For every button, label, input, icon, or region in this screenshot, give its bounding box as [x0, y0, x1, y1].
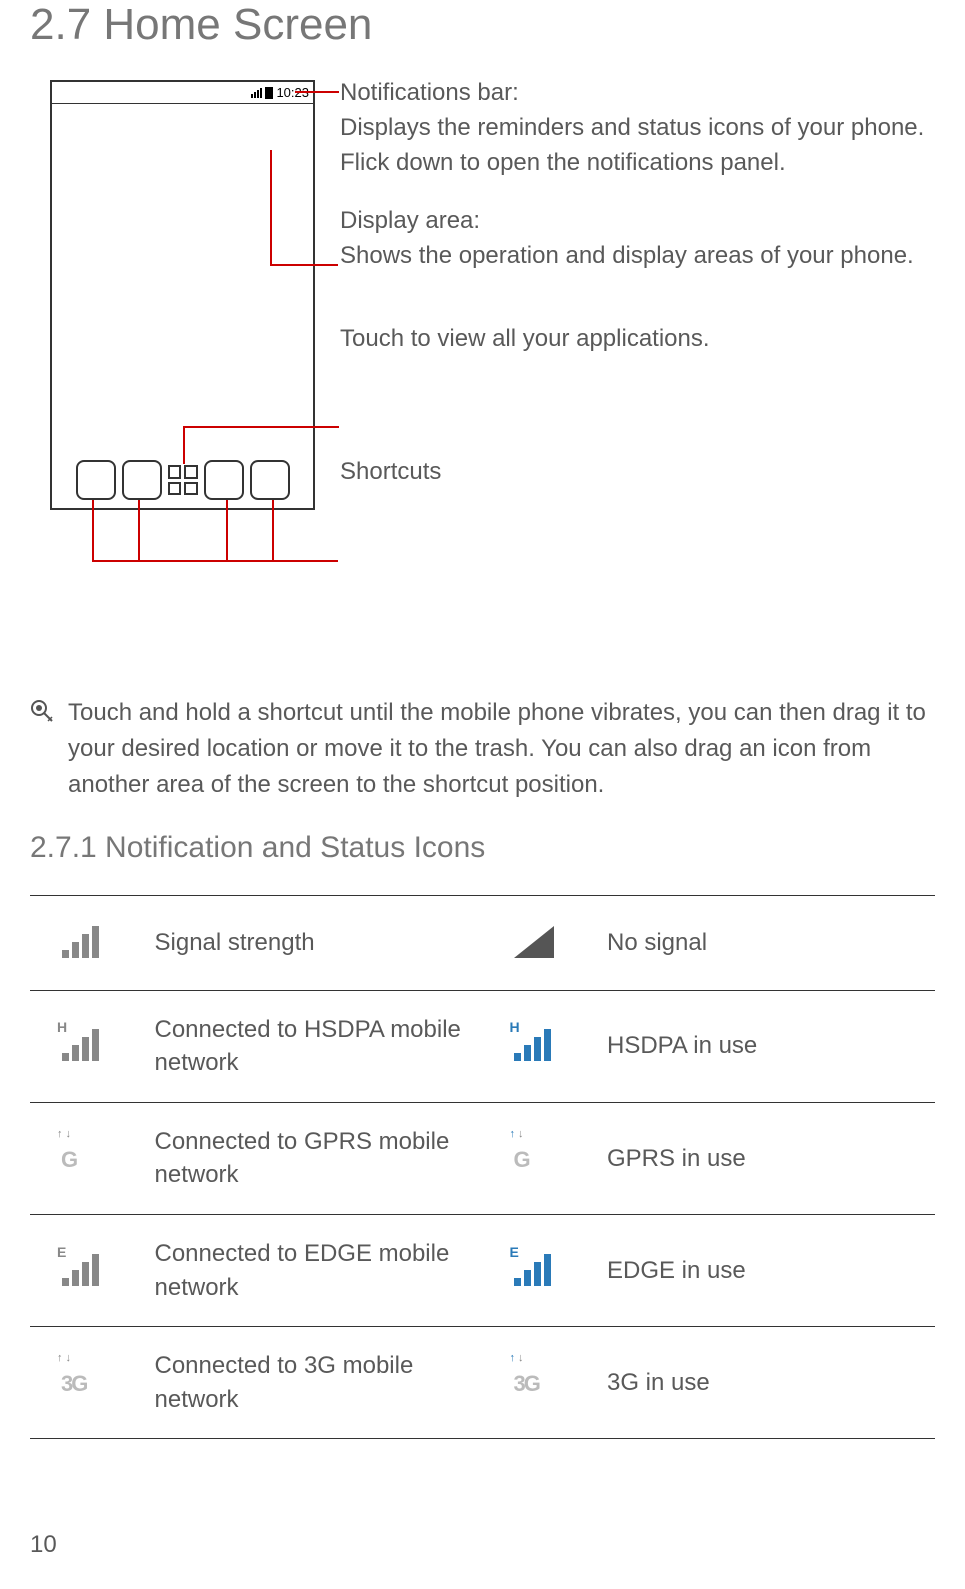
no-signal-icon	[482, 896, 601, 991]
anno-notif-title: Notifications bar:	[340, 79, 519, 106]
gprs-connected-icon: ↑ ↓G	[30, 1102, 149, 1214]
icon-label: 3G in use	[601, 1327, 935, 1439]
leader-line	[92, 500, 94, 560]
signal-icon	[251, 88, 262, 98]
leader-line	[295, 91, 339, 93]
table-row: ↑ ↓3G Connected to 3G mobile network ↑ ↓…	[30, 1327, 935, 1439]
leader-line	[270, 150, 272, 264]
subsection-title: 2.7.1 Notification and Status Icons	[30, 831, 935, 865]
section-title: 2.7 Home Screen	[30, 0, 935, 50]
edge-inuse-icon: E	[482, 1214, 601, 1326]
shortcut-icon	[76, 460, 116, 500]
leader-line	[183, 426, 339, 428]
3g-inuse-icon: ↑ ↓3G	[482, 1327, 601, 1439]
anno-notif-body: Displays the reminders and status icons …	[340, 114, 924, 176]
leader-line	[270, 264, 338, 266]
3g-connected-icon: ↑ ↓3G	[30, 1327, 149, 1439]
tip-note: Touch and hold a shortcut until the mobi…	[30, 695, 935, 803]
table-row: Signal strength No signal	[30, 896, 935, 991]
status-time: 10:23	[276, 85, 309, 100]
anno-display-body: Shows the operation and display areas of…	[340, 242, 914, 269]
icon-label: EDGE in use	[601, 1214, 935, 1326]
icon-label: Signal strength	[149, 896, 483, 991]
status-bar: 10:23	[52, 82, 313, 104]
anno-display-title: Display area:	[340, 207, 480, 234]
icon-label: Connected to 3G mobile network	[149, 1327, 483, 1439]
anno-apps: Touch to view all your applications.	[340, 325, 710, 352]
table-row: E Connected to EDGE mobile network E EDG…	[30, 1214, 935, 1326]
table-row: ↑ ↓G Connected to GPRS mobile network ↑ …	[30, 1102, 935, 1214]
edge-connected-icon: E	[30, 1214, 149, 1326]
tip-icon	[30, 699, 56, 725]
icon-label: Connected to HSDPA mobile network	[149, 990, 483, 1102]
anno-shortcuts: Shortcuts	[340, 458, 441, 485]
signal-strength-icon	[30, 896, 149, 991]
gprs-inuse-icon: ↑ ↓G	[482, 1102, 601, 1214]
annotations: Notifications bar: Displays the reminder…	[340, 80, 935, 514]
shortcut-icon	[204, 460, 244, 500]
battery-icon	[265, 87, 273, 99]
table-row: H Connected to HSDPA mobile network H HS…	[30, 990, 935, 1102]
leader-line	[183, 426, 185, 464]
all-apps-icon	[168, 465, 198, 495]
leader-line	[92, 560, 338, 562]
hsdpa-connected-icon: H	[30, 990, 149, 1102]
icon-label: No signal	[601, 896, 935, 991]
tip-text: Touch and hold a shortcut until the mobi…	[68, 695, 935, 803]
leader-line	[272, 500, 274, 560]
hsdpa-inuse-icon: H	[482, 990, 601, 1102]
page-number: 10	[30, 1531, 57, 1559]
home-screen-diagram: 10:23 Notifications bar: Displays the re…	[30, 80, 935, 660]
icon-table: Signal strength No signal H Connected to…	[30, 895, 935, 1439]
shortcut-icon	[122, 460, 162, 500]
leader-line	[226, 500, 228, 560]
icon-label: Connected to GPRS mobile network	[149, 1102, 483, 1214]
icon-label: Connected to EDGE mobile network	[149, 1214, 483, 1326]
shortcut-icon	[250, 460, 290, 500]
icon-label: HSDPA in use	[601, 990, 935, 1102]
leader-line	[138, 500, 140, 560]
dock	[52, 460, 313, 500]
icon-label: GPRS in use	[601, 1102, 935, 1214]
